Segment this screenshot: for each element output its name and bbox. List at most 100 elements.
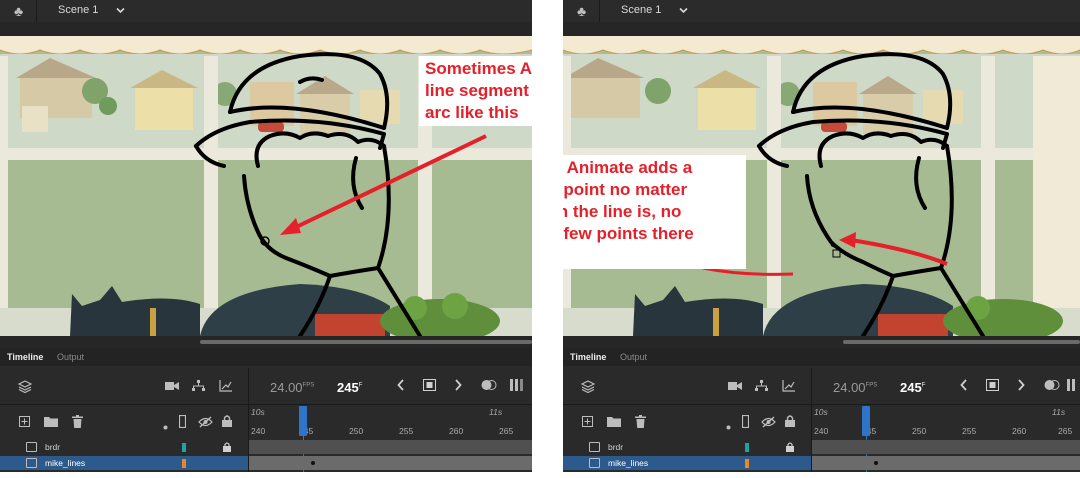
layer-name[interactable]: mike_lines [608,458,648,468]
layer-frames[interactable] [812,440,1080,454]
eye-hidden-icon[interactable] [198,416,213,430]
panel-tabs: Timeline Output [563,348,1080,366]
prev-frame-icon[interactable] [397,379,405,393]
dot-icon[interactable] [726,419,731,432]
next-frame-icon[interactable] [1017,379,1025,393]
horizontal-scrollbar[interactable] [563,336,1080,348]
fps-value: 24.00 [833,380,866,395]
tab-timeline[interactable]: Timeline [570,352,606,362]
layers-icon[interactable] [580,380,596,395]
add-layer-icon[interactable] [582,416,593,429]
animate-window-right: ♣ Scene 1 Animate adds a point no matter… [563,0,1080,472]
layer-frames[interactable] [812,456,1080,470]
layer-name[interactable]: brdr [608,442,623,452]
onion-skin-icon[interactable] [1044,379,1060,393]
graph-icon[interactable] [219,380,232,394]
divider [599,0,600,22]
tab-output[interactable]: Output [57,352,84,362]
trash-icon[interactable] [72,415,83,430]
fps-readout[interactable]: 24.00FPS [833,380,877,395]
scene-label[interactable]: Scene 1 [58,4,98,16]
layer-color-swatch[interactable] [182,459,186,468]
stop-icon[interactable] [986,379,999,393]
onion-range-icon[interactable] [1067,379,1080,393]
outline-icon[interactable] [178,414,187,430]
frame-value: 245 [900,380,922,395]
scroll-thumb[interactable] [843,340,1080,344]
lock-icon[interactable] [786,442,794,454]
next-frame-icon[interactable] [454,379,462,393]
horizontal-scrollbar[interactable] [0,336,532,348]
layer-color-swatch[interactable] [745,459,749,468]
tab-timeline[interactable]: Timeline [7,352,43,362]
keyframe-dot[interactable] [311,461,315,465]
frame-readout[interactable]: 245F [337,380,362,395]
layer-icon [589,458,600,468]
layer-frames[interactable] [249,440,532,454]
layer-color-swatch[interactable] [745,443,749,452]
layer-name[interactable]: mike_lines [45,458,85,468]
stage-canvas[interactable]: Other times Animate adds a new corner po… [563,36,1080,336]
folder-icon[interactable] [44,416,58,429]
graph-icon[interactable] [782,380,795,394]
eye-hidden-icon[interactable] [761,416,776,430]
frame-readout[interactable]: 245F [900,380,925,395]
lock-icon[interactable] [223,442,231,454]
timeline-toolbar: 24.00FPS 245F [0,368,532,405]
fps-readout[interactable]: 24.00FPS [270,380,314,395]
ruler-frame-label: 250 [349,426,364,436]
chevron-down-icon[interactable] [679,5,688,17]
add-layer-icon[interactable] [19,416,30,429]
layer-row-selected[interactable]: mike_lines [0,456,248,470]
playhead[interactable] [862,406,870,436]
outline-icon[interactable] [741,414,750,430]
lock-icon[interactable] [785,415,795,429]
fps-unit: FPS [302,382,315,389]
stage-margin [0,22,532,36]
frame-ruler[interactable]: 10s 11s 240 245 250 255 260 265 [812,406,1080,438]
frame-ruler[interactable]: 10s 11s 240 245 250 255 260 265 [249,406,532,438]
layer-frames[interactable] [249,456,532,470]
chevron-down-icon[interactable] [116,5,125,17]
tab-output[interactable]: Output [620,352,647,362]
layer-row-selected[interactable]: mike_lines [563,456,811,470]
scene-label[interactable]: Scene 1 [621,4,661,16]
stage-margin [563,22,1080,36]
layer-color-swatch[interactable] [182,443,186,452]
ruler-frame-label: 255 [962,426,977,436]
ruler-frame-label: 265 [499,426,514,436]
playhead[interactable] [299,406,307,436]
hierarchy-icon[interactable] [755,380,768,394]
panel-tabs: Timeline Output [0,348,532,366]
club-icon[interactable]: ♣ [14,3,23,19]
ruler-frame-label: 240 [251,426,266,436]
hierarchy-icon[interactable] [192,380,205,394]
ruler-frame-label: 265 [1058,426,1073,436]
folder-icon[interactable] [607,416,621,429]
stage-canvas[interactable]: Sometimes Animate edits a line segment a… [0,36,532,336]
scene-bar: ♣ Scene 1 [0,0,532,22]
keyframe-dot[interactable] [874,461,878,465]
stop-icon[interactable] [423,379,436,393]
layer-name[interactable]: brdr [45,442,60,452]
scene-bar: ♣ Scene 1 [563,0,1080,22]
lock-icon[interactable] [222,415,232,429]
trash-icon[interactable] [635,415,646,430]
prev-frame-icon[interactable] [960,379,968,393]
onion-range-icon[interactable] [510,379,523,393]
layer-row[interactable]: brdr [0,440,248,454]
callout-smooth-arc: Sometimes Animate edits a line segment a… [419,56,532,126]
ruler-second-label: 10s [814,407,828,417]
camera-icon[interactable] [165,380,179,393]
layers-icon[interactable] [17,380,33,395]
fps-unit: FPS [865,382,878,389]
camera-icon[interactable] [728,380,742,393]
timeline-toolbar: 24.00FPS 245F [563,368,1080,405]
onion-skin-icon[interactable] [481,379,497,393]
scroll-thumb[interactable] [200,340,532,344]
dot-icon[interactable] [163,419,168,432]
ruler-second-label: 10s [251,407,265,417]
animate-window-left: ♣ Scene 1 Sometimes A line segment arc l… [0,0,532,472]
layer-row[interactable]: brdr [563,440,811,454]
club-icon[interactable]: ♣ [577,3,586,19]
